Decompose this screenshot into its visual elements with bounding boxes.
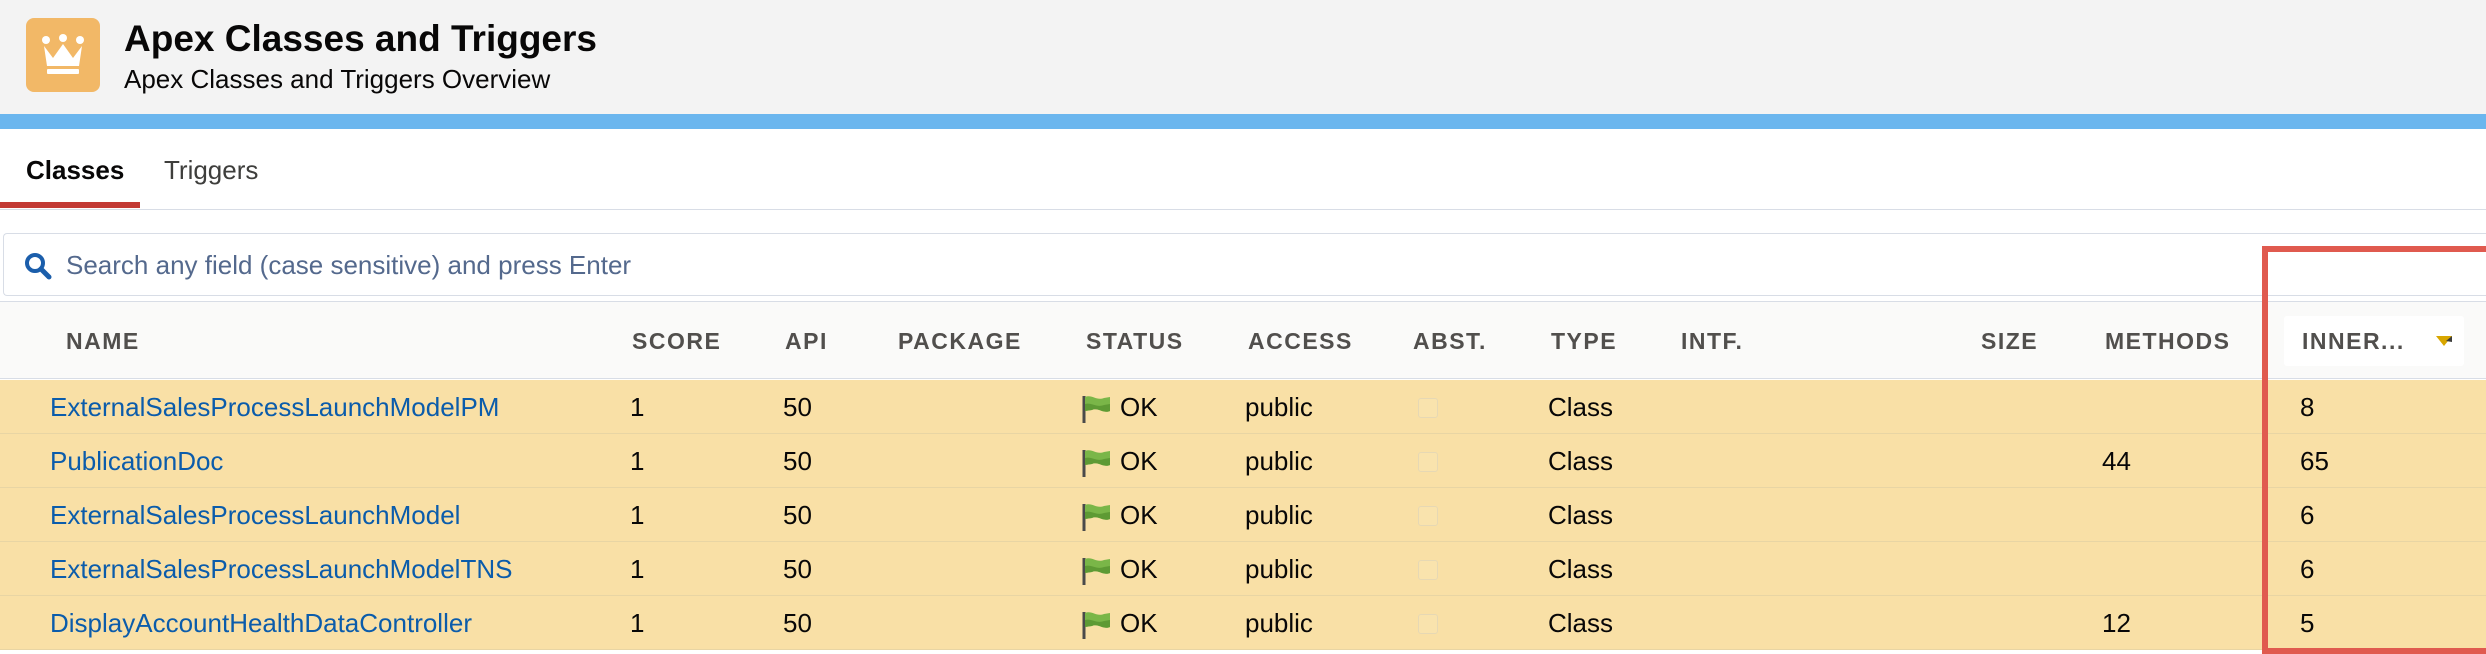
api-cell: 50 bbox=[783, 500, 812, 530]
abstract-checkbox bbox=[1418, 398, 1438, 418]
type-cell: Class bbox=[1548, 392, 1614, 422]
api-cell: 50 bbox=[783, 554, 812, 584]
table-row[interactable]: PublicationDoc 1 50 OK public Class 44 65 bbox=[0, 434, 2486, 488]
inner-cell: 6 bbox=[2300, 554, 2315, 584]
score-cell: 1 bbox=[630, 500, 645, 530]
column-header-abstract[interactable]: ABST. bbox=[1413, 328, 1487, 355]
tab-bar: Classes Triggers bbox=[0, 129, 2486, 210]
column-header-package[interactable]: PACKAGE bbox=[898, 328, 1022, 355]
methods-cell: 12 bbox=[2102, 608, 2131, 638]
sort-descending-icon[interactable] bbox=[2434, 332, 2454, 350]
inner-cell: 6 bbox=[2300, 500, 2315, 530]
methods-cell: 44 bbox=[2102, 446, 2131, 476]
access-cell: public bbox=[1245, 608, 1313, 638]
status-flag-icon bbox=[1082, 612, 1110, 639]
type-cell: Class bbox=[1548, 608, 1614, 638]
type-cell: Class bbox=[1548, 500, 1614, 530]
column-header-access[interactable]: ACCESS bbox=[1248, 328, 1353, 355]
status-flag-icon bbox=[1082, 396, 1110, 423]
access-cell: public bbox=[1245, 446, 1313, 476]
abstract-checkbox bbox=[1418, 452, 1438, 472]
inner-cell: 65 bbox=[2300, 446, 2329, 476]
status-cell: OK bbox=[1120, 554, 1158, 584]
column-header-api[interactable]: API bbox=[785, 328, 828, 355]
status-flag-icon bbox=[1082, 450, 1110, 477]
score-cell: 1 bbox=[630, 392, 645, 422]
abstract-checkbox bbox=[1418, 506, 1438, 526]
search-input[interactable] bbox=[64, 242, 2268, 288]
class-name-link[interactable]: PublicationDoc bbox=[50, 446, 223, 477]
column-header-score[interactable]: SCORE bbox=[632, 328, 721, 355]
page-title: Apex Classes and Triggers bbox=[124, 18, 597, 59]
status-cell: OK bbox=[1120, 500, 1158, 530]
score-cell: 1 bbox=[630, 446, 645, 476]
table-row[interactable]: ExternalSalesProcessLaunchModel 1 50 OK publ… bbox=[0, 488, 2486, 542]
class-name-link[interactable]: DisplayAccountHealthDataController bbox=[50, 608, 472, 639]
type-cell: Class bbox=[1548, 554, 1614, 584]
brand-bar bbox=[0, 114, 2486, 129]
status-flag-icon bbox=[1082, 504, 1110, 531]
access-cell: public bbox=[1245, 554, 1313, 584]
tab-classes[interactable]: Classes bbox=[26, 155, 124, 186]
column-header-status[interactable]: STATUS bbox=[1086, 328, 1184, 355]
column-header-inner-label: INNER... bbox=[2302, 328, 2405, 354]
table-header: NAME SCORE API PACKAGE STATUS ACCESS ABS… bbox=[0, 301, 2486, 379]
type-cell: Class bbox=[1548, 446, 1614, 476]
inner-cell: 8 bbox=[2300, 392, 2315, 422]
column-header-name[interactable]: NAME bbox=[66, 328, 140, 355]
score-cell: 1 bbox=[630, 554, 645, 584]
api-cell: 50 bbox=[783, 608, 812, 638]
class-name-link[interactable]: ExternalSalesProcessLaunchModel bbox=[50, 500, 460, 531]
status-cell: OK bbox=[1120, 446, 1158, 476]
score-cell: 1 bbox=[630, 608, 645, 638]
column-header-type[interactable]: TYPE bbox=[1551, 328, 1617, 355]
table-row[interactable]: DisplayAccountHealthDataController 1 50 OK p… bbox=[0, 596, 2486, 650]
column-header-size[interactable]: SIZE bbox=[1981, 328, 2038, 355]
status-cell: OK bbox=[1120, 392, 1158, 422]
table-row[interactable]: ExternalSalesProcessLaunchModelPM 1 50 OK pu… bbox=[0, 380, 2486, 434]
inner-cell: 5 bbox=[2300, 608, 2315, 638]
status-cell: OK bbox=[1120, 608, 1158, 638]
search-box bbox=[3, 233, 2486, 296]
class-name-link[interactable]: ExternalSalesProcessLaunchModelPM bbox=[50, 392, 499, 423]
page-subtitle: Apex Classes and Triggers Overview bbox=[124, 64, 551, 94]
api-cell: 50 bbox=[783, 392, 812, 422]
access-cell: public bbox=[1245, 392, 1313, 422]
search-icon bbox=[25, 253, 52, 280]
column-header-methods[interactable]: METHODS bbox=[2105, 328, 2231, 355]
abstract-checkbox bbox=[1418, 560, 1438, 580]
active-tab-indicator bbox=[0, 202, 140, 208]
table-row[interactable]: ExternalSalesProcessLaunchModelTNS 1 50 OK p… bbox=[0, 542, 2486, 596]
column-header-inner[interactable]: INNER... bbox=[2284, 316, 2464, 366]
page-header: Apex Classes and Triggers Apex Classes a… bbox=[0, 0, 2486, 115]
classes-table: NAME SCORE API PACKAGE STATUS ACCESS ABS… bbox=[0, 301, 2486, 654]
crown-icon bbox=[26, 18, 100, 92]
tab-triggers[interactable]: Triggers bbox=[164, 155, 258, 186]
access-cell: public bbox=[1245, 500, 1313, 530]
column-header-interface[interactable]: INTF. bbox=[1681, 328, 1743, 355]
abstract-checkbox bbox=[1418, 614, 1438, 634]
status-flag-icon bbox=[1082, 558, 1110, 585]
class-name-link[interactable]: ExternalSalesProcessLaunchModelTNS bbox=[50, 554, 512, 585]
api-cell: 50 bbox=[783, 446, 812, 476]
